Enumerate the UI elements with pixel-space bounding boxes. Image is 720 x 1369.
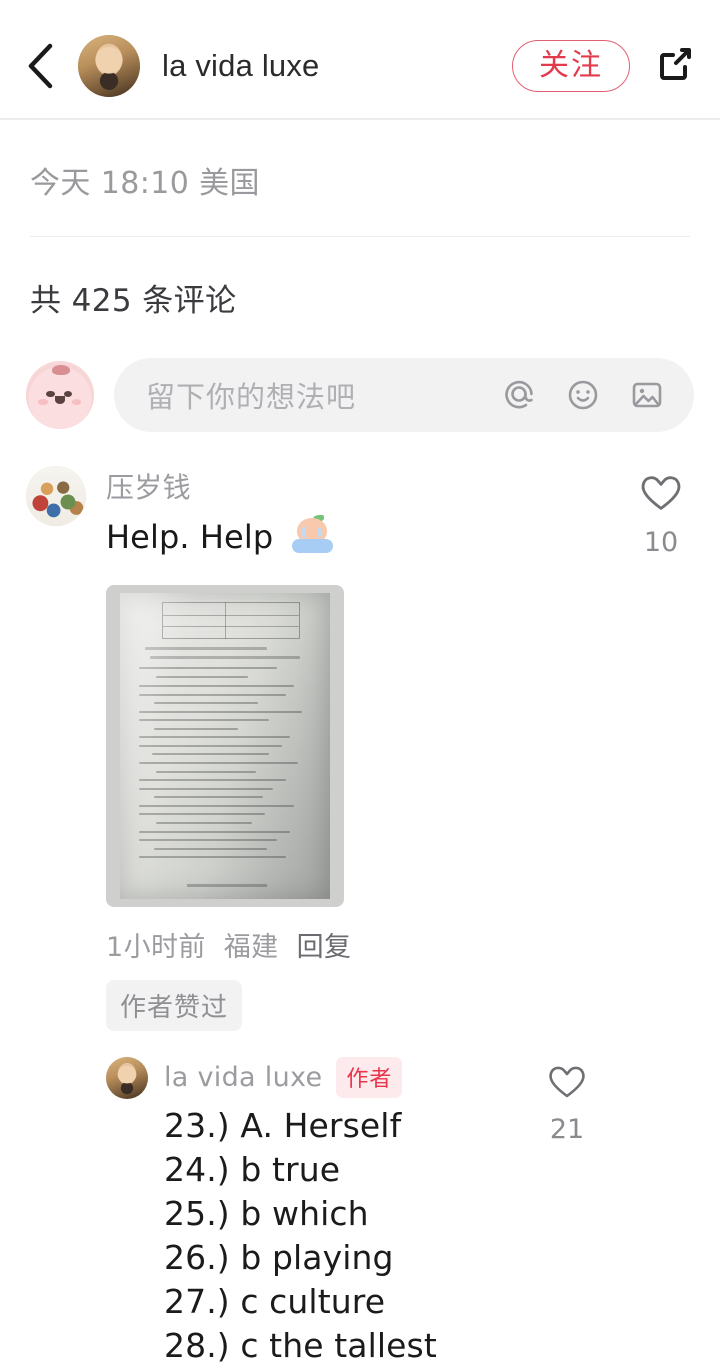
sticker-tear-right bbox=[317, 526, 322, 538]
reply-name-row: la vida luxe 作者 bbox=[164, 1057, 532, 1099]
heart-outline-icon bbox=[545, 1061, 589, 1106]
avatar-cheek-left bbox=[38, 399, 48, 405]
author-liked-badge: 作者赞过 bbox=[106, 980, 243, 1032]
reply-like-button[interactable]: 21 bbox=[532, 1057, 602, 1369]
avatar-image bbox=[26, 361, 94, 429]
comment-name-row: 压岁钱 bbox=[106, 466, 626, 506]
paper-table bbox=[162, 602, 301, 640]
reply-button[interactable]: 回复 bbox=[297, 925, 352, 964]
author-avatar[interactable] bbox=[106, 1057, 148, 1100]
comment-meta: 1小时前 福建 回复 bbox=[106, 925, 626, 964]
heart-outline-icon bbox=[637, 470, 685, 519]
avatar-eye-left bbox=[46, 390, 55, 398]
comment-list: 压岁钱 Help. Help 1小时前 福建 回复 作者赞过 la vida l… bbox=[0, 432, 720, 1369]
comment-composer: 留下你的想法吧 bbox=[0, 350, 720, 432]
comment-attached-image[interactable] bbox=[106, 585, 344, 908]
comment-time: 1小时前 bbox=[106, 932, 206, 964]
comments-screen: la vida luxe 关注 今天 18:10 美国 共 425 条评论 留下… bbox=[0, 0, 720, 1369]
comment-input-placeholder: 留下你的想法吧 bbox=[146, 380, 357, 414]
page-title: la vida luxe bbox=[162, 48, 320, 83]
image-picker-icon[interactable] bbox=[626, 374, 668, 416]
comment-text: Help. Help bbox=[106, 514, 626, 567]
comment-item: 压岁钱 Help. Help 1小时前 福建 回复 作者赞过 la vida l… bbox=[0, 466, 720, 1369]
current-user-avatar[interactable] bbox=[26, 361, 94, 429]
back-button[interactable] bbox=[26, 41, 68, 91]
comment-like-count: 10 bbox=[643, 527, 679, 558]
emoji-smiley-icon[interactable] bbox=[562, 374, 604, 416]
comment-input[interactable]: 留下你的想法吧 bbox=[114, 358, 694, 432]
comment-body: 压岁钱 Help. Help 1小时前 福建 回复 作者赞过 la vida l… bbox=[106, 466, 626, 1369]
sticker-art bbox=[292, 514, 334, 556]
avatar-hat bbox=[51, 365, 70, 376]
composer-icon-group bbox=[498, 374, 668, 416]
share-button[interactable] bbox=[652, 43, 698, 89]
author-badge: 作者 bbox=[336, 1057, 403, 1099]
avatar-image bbox=[78, 35, 140, 97]
reply-like-count: 21 bbox=[549, 1114, 585, 1146]
post-meta: 今天 18:10 美国 bbox=[30, 166, 260, 201]
sticker-water bbox=[292, 539, 333, 554]
avatar-image bbox=[26, 466, 86, 526]
sticker-tear-left bbox=[302, 526, 307, 538]
commenter-name[interactable]: 压岁钱 bbox=[106, 466, 191, 506]
reply-body: la vida luxe 作者 23.) A. Herself 24.) b t… bbox=[164, 1057, 532, 1369]
avatar-eye-right bbox=[64, 390, 73, 398]
reply-text: 23.) A. Herself 24.) b true 25.) b which… bbox=[164, 1106, 437, 1365]
reply-item: la vida luxe 作者 23.) A. Herself 24.) b t… bbox=[106, 1057, 626, 1369]
commenter-avatar[interactable] bbox=[26, 466, 86, 526]
reply-author-name[interactable]: la vida luxe bbox=[164, 1062, 322, 1093]
crying-peach-sticker bbox=[292, 514, 334, 567]
comment-location: 福建 bbox=[223, 932, 279, 964]
avatar-image bbox=[106, 1057, 148, 1100]
exam-paper-photo bbox=[120, 593, 330, 900]
at-mention-icon[interactable] bbox=[498, 374, 540, 416]
chevron-left-icon bbox=[26, 41, 56, 91]
app-header: la vida luxe 关注 bbox=[0, 14, 720, 118]
comment-text-content: Help. Help bbox=[106, 518, 274, 556]
avatar[interactable] bbox=[78, 35, 140, 97]
share-external-icon bbox=[655, 44, 695, 89]
avatar-cheek-right bbox=[71, 399, 82, 405]
avatar-mouth bbox=[55, 396, 65, 404]
paper-footer bbox=[187, 883, 267, 887]
paper-table-divider bbox=[224, 602, 227, 640]
follow-button[interactable]: 关注 bbox=[512, 39, 630, 93]
comment-like-button[interactable]: 10 bbox=[626, 466, 696, 1369]
comment-count: 共 425 条评论 bbox=[30, 283, 237, 319]
status-bar bbox=[0, 0, 720, 14]
reply-list: la vida luxe 作者 23.) A. Herself 24.) b t… bbox=[106, 1057, 626, 1369]
